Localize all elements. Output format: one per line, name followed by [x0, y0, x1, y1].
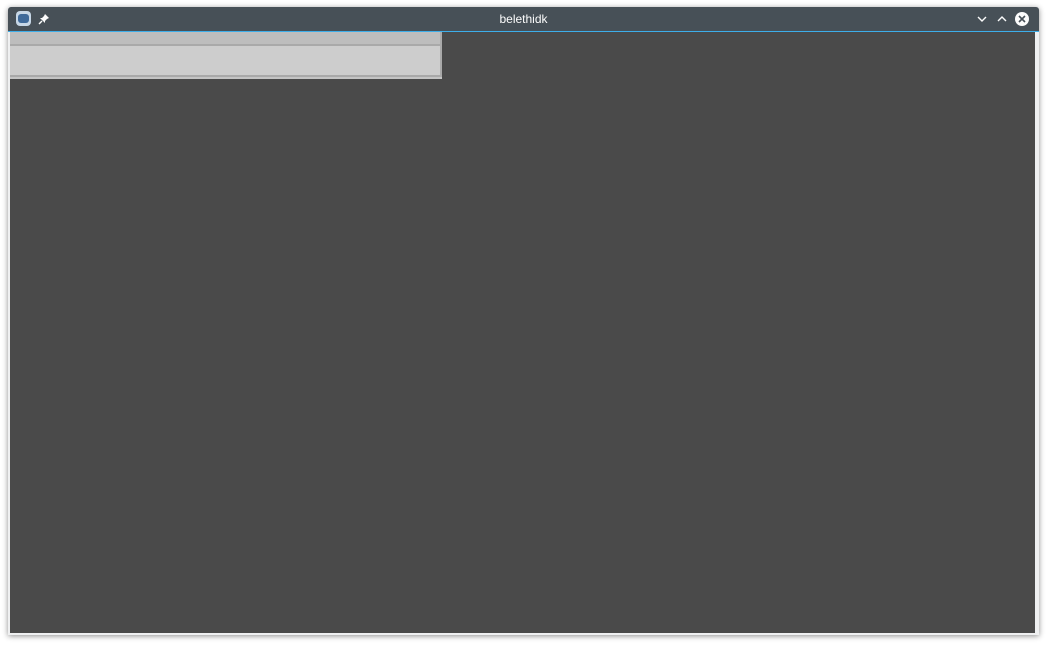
chevron-up-icon	[997, 16, 1007, 22]
chevron-down-icon	[977, 16, 987, 22]
window-title: belethidk	[499, 12, 548, 26]
close-button[interactable]	[1013, 10, 1031, 28]
maximize-button[interactable]	[993, 10, 1011, 28]
app-window: belethidk	[8, 7, 1039, 635]
minimize-button[interactable]	[973, 10, 991, 28]
window-titlebar[interactable]: belethidk	[8, 7, 1039, 32]
panel-strip[interactable]	[10, 32, 442, 46]
embedded-panel	[10, 32, 442, 79]
close-icon	[1015, 12, 1029, 26]
app-canvas[interactable]	[10, 32, 1035, 633]
panel-area[interactable]	[10, 46, 442, 77]
